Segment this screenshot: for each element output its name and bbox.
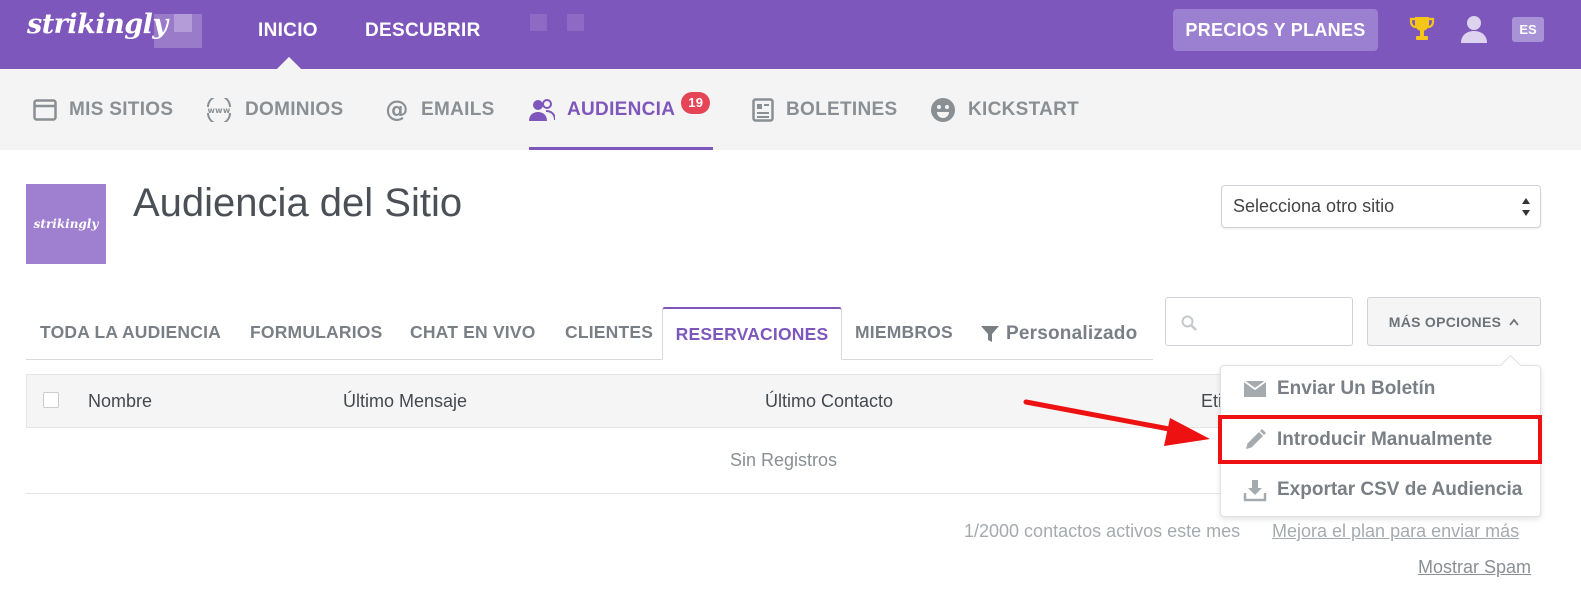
column-ultimo-contacto[interactable]: Último Contacto <box>765 391 893 412</box>
tab-toda-la-audiencia[interactable]: TODA LA AUDIENCIA <box>40 322 221 343</box>
logo-placeholder <box>154 14 202 48</box>
trophy-icon[interactable] <box>1409 15 1435 43</box>
user-icon[interactable] <box>1459 14 1489 44</box>
svg-text:@: @ <box>385 98 408 122</box>
tab-miembros[interactable]: MIEMBROS <box>855 322 953 343</box>
decorative-square <box>567 14 584 31</box>
filter-icon <box>981 326 999 342</box>
search-input[interactable] <box>1165 297 1353 346</box>
chevron-up-icon <box>1509 318 1519 326</box>
show-spam-link[interactable]: Mostrar Spam <box>1418 557 1531 578</box>
select-all-checkbox[interactable] <box>43 392 59 408</box>
highlight-annotation <box>1218 415 1542 464</box>
subnav-audiencia[interactable]: AUDIENCIA 19 <box>529 69 713 150</box>
page-title: Audiencia del Sitio <box>133 181 463 225</box>
browser-window-icon <box>33 98 57 121</box>
download-icon <box>1243 480 1267 502</box>
subnav-dominios[interactable]: www DOMINIOS <box>205 69 343 150</box>
tab-personalizado[interactable]: Personalizado <box>980 323 1137 345</box>
subnav-kickstart[interactable]: KICKSTART <box>930 69 1079 150</box>
www-globe-icon: www <box>207 97 231 122</box>
column-ultimo-mensaje[interactable]: Último Mensaje <box>343 391 467 412</box>
site-select-value: Selecciona otro sitio <box>1233 196 1395 216</box>
subnav-label: AUDIENCIA <box>567 98 676 120</box>
top-bar: strikingly INICIO DESCUBRIR PRECIOS Y PL… <box>0 0 1581 70</box>
red-arrow-annotation <box>1023 399 1210 446</box>
active-contacts-count: 1/2000 contactos activos este mes <box>964 521 1241 541</box>
tab-formularios[interactable]: FORMULARIOS <box>250 322 382 343</box>
envelope-icon <box>1243 380 1267 397</box>
strikingly-logo[interactable]: strikingly <box>27 9 168 40</box>
column-nombre[interactable]: Nombre <box>88 391 152 412</box>
people-icon <box>529 98 555 121</box>
upgrade-plan-link[interactable]: Mejora el plan para enviar más <box>1272 521 1519 542</box>
subnav-mis-sitios[interactable]: MIS SITIOS <box>33 69 173 150</box>
tab-clientes[interactable]: CLIENTES <box>565 322 653 343</box>
subnav-label: EMAILS <box>421 98 495 120</box>
menu-item-label: Enviar Un Boletín <box>1277 378 1436 399</box>
menu-item-export-csv[interactable]: Exportar CSV de Audiencia <box>1243 475 1522 505</box>
tab-reservaciones[interactable]: RESERVACIONES <box>662 307 842 360</box>
decorative-square <box>530 14 547 31</box>
search-icon <box>1181 315 1197 331</box>
menu-item-send-newsletter[interactable]: Enviar Un Boletín <box>1243 374 1435 404</box>
tabs-divider <box>26 359 1153 360</box>
pricing-plans-button[interactable]: PRECIOS Y PLANES <box>1173 9 1378 51</box>
menu-item-label: Exportar CSV de Audiencia <box>1277 479 1523 500</box>
select-arrows-icon <box>1522 198 1530 216</box>
subnav-label: DOMINIOS <box>245 98 344 120</box>
language-selector[interactable]: ES <box>1512 17 1544 42</box>
at-sign-icon: @ <box>385 98 408 122</box>
filter-label: Personalizado <box>1006 323 1138 344</box>
subnav-label: KICKSTART <box>968 98 1080 120</box>
nav-inicio[interactable]: INICIO <box>258 20 318 42</box>
newsletter-icon <box>752 97 774 122</box>
svg-text:www: www <box>207 106 230 115</box>
nav-descubrir[interactable]: DESCUBRIR <box>365 20 481 42</box>
site-select-dropdown[interactable]: Selecciona otro sitio <box>1221 185 1541 228</box>
more-options-button[interactable]: MÁS OPCIONES <box>1367 297 1541 346</box>
tab-chat-en-vivo[interactable]: CHAT EN VIVO <box>410 322 536 343</box>
notification-badge: 19 <box>681 91 711 114</box>
site-thumbnail[interactable]: strikingly <box>26 184 106 264</box>
sub-navigation: MIS SITIOS www DOMINIOS @ EMAILS AUDIENC… <box>0 69 1581 150</box>
subnav-label: BOLETINES <box>786 98 898 120</box>
subnav-label: MIS SITIOS <box>69 98 174 120</box>
subnav-boletines[interactable]: BOLETINES <box>752 69 897 150</box>
smiley-icon <box>931 97 955 122</box>
subnav-emails[interactable]: @ EMAILS <box>385 69 495 150</box>
more-options-label: MÁS OPCIONES <box>1388 313 1502 330</box>
